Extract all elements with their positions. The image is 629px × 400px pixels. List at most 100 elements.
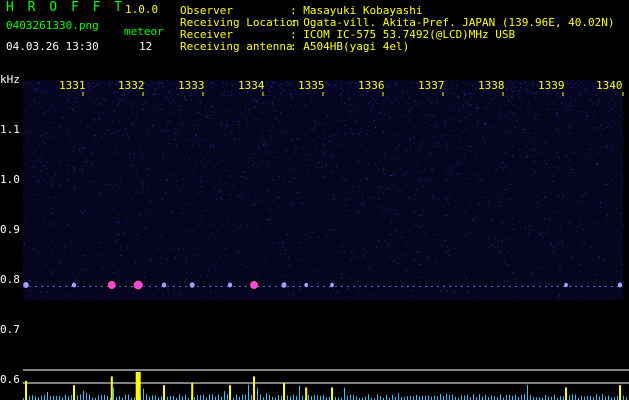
noise-speck (198, 99, 200, 101)
carrier-band-dot (353, 286, 355, 287)
noise-speck (362, 203, 364, 205)
noise-speck (501, 166, 502, 168)
noise-speck (468, 104, 470, 106)
noise-speck (244, 107, 246, 109)
noise-speck (372, 197, 374, 199)
noise-speck (519, 107, 521, 109)
noise-speck (405, 149, 407, 151)
noise-speck (611, 98, 613, 100)
noise-speck (559, 96, 561, 98)
noise-speck (28, 82, 30, 84)
noise-speck (498, 108, 500, 110)
noise-speck (24, 181, 25, 183)
noise-speck (215, 111, 217, 113)
noise-speck (227, 95, 229, 96)
noise-speck (298, 159, 300, 161)
trace-spike (113, 387, 114, 400)
carrier-band-dot (527, 286, 529, 287)
noise-speck (160, 262, 161, 264)
noise-speck (116, 152, 118, 154)
noise-speck (81, 276, 83, 278)
noise-speck (195, 165, 197, 167)
noise-speck (480, 180, 482, 181)
noise-speck (463, 91, 465, 93)
noise-speck (422, 140, 424, 142)
noise-speck (165, 257, 167, 259)
noise-speck (542, 282, 544, 284)
noise-speck (32, 89, 34, 91)
noise-speck (532, 82, 534, 84)
trace-spike (287, 395, 288, 400)
noise-speck (103, 98, 105, 100)
noise-speck (314, 96, 316, 98)
trace-meteor-bar (229, 385, 231, 400)
noise-speck (144, 251, 146, 253)
noise-speck (145, 277, 146, 279)
noise-speck (615, 144, 617, 146)
noise-speck (281, 242, 283, 244)
noise-speck (94, 85, 96, 87)
noise-speck (306, 171, 308, 173)
noise-speck (476, 106, 478, 108)
noise-speck (269, 123, 271, 125)
noise-speck (330, 171, 332, 173)
noise-speck (269, 209, 271, 211)
noise-speck (159, 180, 161, 182)
noise-speck (544, 142, 546, 144)
noise-speck (221, 129, 223, 131)
noise-speck (311, 102, 313, 103)
trace-spike (350, 394, 351, 400)
noise-speck (366, 284, 368, 286)
noise-speck (269, 82, 271, 84)
noise-speck (460, 161, 462, 163)
noise-speck (527, 109, 529, 111)
noise-speck (489, 246, 491, 248)
noise-speck (168, 273, 170, 275)
noise-speck (396, 174, 397, 176)
noise-speck (421, 198, 423, 200)
noise-speck (112, 207, 114, 209)
noise-speck (53, 174, 55, 176)
noise-speck (63, 252, 65, 254)
noise-speck (424, 92, 426, 94)
noise-speck (397, 219, 399, 221)
noise-speck (434, 234, 436, 236)
noise-speck (470, 97, 472, 99)
noise-speck (594, 94, 596, 96)
noise-speck (418, 147, 420, 149)
noise-speck (499, 205, 501, 207)
noise-speck (126, 219, 128, 221)
noise-speck (333, 282, 335, 284)
noise-speck (358, 185, 360, 187)
carrier-band-dot (485, 286, 487, 287)
noise-speck (314, 291, 316, 293)
noise-speck (405, 173, 407, 175)
noise-speck (66, 285, 68, 286)
noise-speck (509, 82, 511, 84)
noise-speck (269, 130, 271, 132)
noise-speck (228, 258, 230, 260)
noise-speck (391, 106, 393, 108)
noise-speck (570, 90, 572, 92)
noise-speck (98, 118, 100, 120)
noise-speck (453, 105, 455, 107)
noise-speck (456, 85, 458, 87)
noise-speck (249, 267, 251, 269)
noise-speck (43, 112, 45, 114)
noise-speck (190, 100, 192, 102)
noise-speck (194, 254, 196, 256)
noise-speck (397, 189, 399, 191)
noise-speck (238, 92, 240, 94)
noise-speck (337, 205, 339, 207)
noise-speck (144, 169, 146, 171)
trace-spike (590, 396, 591, 400)
noise-speck (476, 146, 478, 148)
noise-speck (394, 186, 396, 188)
noise-speck (278, 242, 280, 244)
noise-speck (483, 127, 485, 129)
x-tick-label: 1338 (478, 79, 505, 92)
noise-speck (494, 237, 496, 238)
noise-speck (510, 198, 512, 200)
noise-speck (161, 82, 163, 84)
trace-spike (602, 394, 603, 400)
